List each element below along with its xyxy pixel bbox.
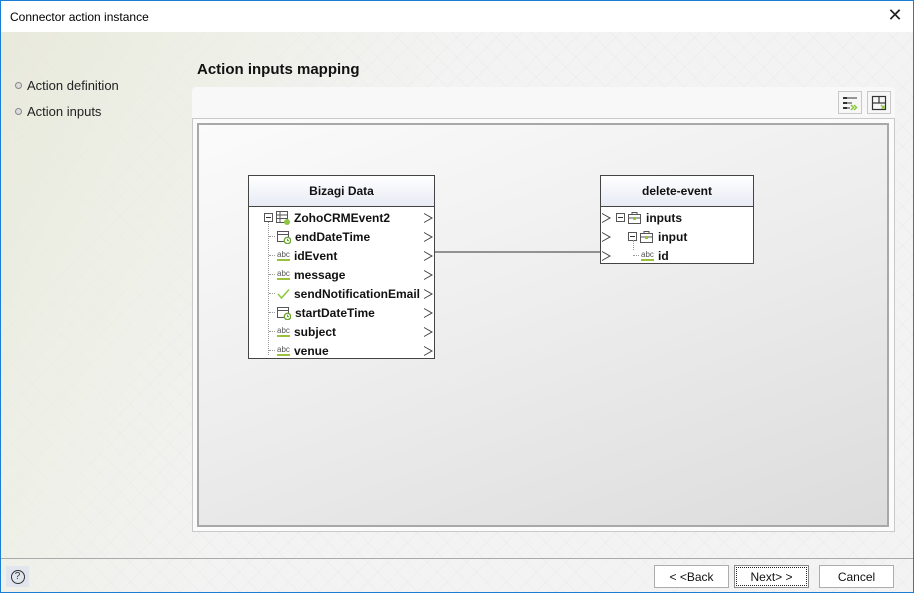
next-button[interactable]: Next> > (734, 565, 809, 588)
target-node-title: delete-event (601, 176, 753, 207)
output-port[interactable] (424, 326, 433, 337)
string-icon: abc (277, 325, 290, 337)
tree-connector (269, 293, 275, 294)
source-tree: ZohoCRMEvent2 endDateTime abc idEvent ab… (249, 207, 434, 360)
tree-row-field[interactable]: abc subject (249, 322, 434, 341)
tree-row-field[interactable]: sendNotificationEmail (249, 284, 434, 303)
layout-button[interactable] (867, 91, 891, 114)
step-bullet-icon (15, 108, 22, 115)
cancel-button[interactable]: Cancel (819, 565, 894, 588)
layout-icon (871, 95, 887, 110)
tree-connector (269, 350, 275, 351)
close-icon[interactable]: ✕ (885, 6, 905, 26)
tree-row-field[interactable]: abc message (249, 265, 434, 284)
collapse-icon[interactable] (616, 213, 625, 222)
output-port[interactable] (424, 269, 433, 280)
tree-row-label: subject (294, 324, 337, 339)
output-port[interactable] (424, 307, 433, 318)
tree-row-label: endDateTime (295, 229, 371, 244)
entity-table-icon (276, 210, 290, 225)
tree-row-root[interactable]: ZohoCRMEvent2 (249, 208, 434, 227)
tree-row-inputs[interactable]: inputs (601, 208, 753, 227)
output-port[interactable] (424, 250, 433, 261)
tree-connector (269, 274, 275, 275)
object-icon (640, 230, 654, 243)
tree-connector (269, 331, 275, 332)
tree-connector (269, 255, 275, 256)
source-node-title: Bizagi Data (249, 176, 434, 207)
help-icon: ? (10, 569, 25, 584)
input-port[interactable] (602, 250, 611, 261)
tree-row-label: inputs (646, 210, 682, 225)
tree-connector (633, 255, 639, 256)
step-label: Action definition (27, 77, 119, 93)
boolean-check-icon (277, 288, 290, 300)
tree-row-label: sendNotificationEmail (294, 286, 421, 301)
string-icon: abc (277, 268, 290, 280)
tree-row-label: id (658, 248, 669, 263)
tree-row-label: message (294, 267, 346, 282)
auto-map-button[interactable] (838, 91, 862, 114)
tree-row-label: input (658, 229, 688, 244)
string-icon: abc (641, 249, 654, 261)
tree-row-input[interactable]: input (601, 227, 753, 246)
output-port[interactable] (424, 345, 433, 356)
page-title: Action inputs mapping (197, 61, 360, 78)
tree-connector (269, 312, 275, 313)
output-port[interactable] (424, 288, 433, 299)
tree-row-label: idEvent (294, 248, 338, 263)
tree-row-field[interactable]: abc venue (249, 341, 434, 360)
tree-row-label: venue (294, 343, 329, 358)
auto-map-icon (843, 96, 858, 111)
input-port[interactable] (602, 231, 611, 242)
wizard-steps: Action definition Action inputs (15, 72, 119, 124)
back-button[interactable]: < <Back (654, 565, 729, 588)
step-bullet-icon (15, 82, 22, 89)
datetime-icon (277, 306, 291, 320)
target-node-delete-event[interactable]: delete-event inputs input abc id (600, 175, 754, 264)
source-node-bizagi-data[interactable]: Bizagi Data ZohoCRMEvent2 endDateTime ab… (248, 175, 435, 359)
object-icon (628, 211, 642, 224)
tree-row-label: ZohoCRMEvent2 (294, 210, 390, 225)
string-icon: abc (277, 249, 290, 261)
step-label: Action inputs (27, 103, 102, 119)
output-port[interactable] (424, 212, 433, 223)
string-icon: abc (277, 344, 290, 356)
tree-connector (633, 240, 634, 250)
tree-row-field[interactable]: startDateTime (249, 303, 434, 322)
title-bar: Connector action instance ✕ (1, 1, 913, 32)
help-button[interactable]: ? (6, 566, 29, 587)
datetime-icon (277, 230, 291, 244)
tree-row-field[interactable]: abc idEvent (249, 246, 434, 265)
output-port[interactable] (424, 231, 433, 242)
tree-row-label: startDateTime (295, 305, 375, 320)
footer-divider (1, 558, 913, 559)
tree-row-field[interactable]: endDateTime (249, 227, 434, 246)
target-tree: inputs input abc id (601, 207, 753, 265)
dialog-window: Connector action instance ✕ Action defin… (0, 0, 914, 593)
input-port[interactable] (602, 212, 611, 223)
collapse-icon[interactable] (264, 213, 273, 222)
step-action-inputs[interactable]: Action inputs (15, 98, 119, 124)
tree-connector (269, 236, 275, 237)
tree-row-id[interactable]: abc id (601, 240, 753, 265)
window-title: Connector action instance (10, 9, 149, 24)
step-action-definition[interactable]: Action definition (15, 72, 119, 98)
